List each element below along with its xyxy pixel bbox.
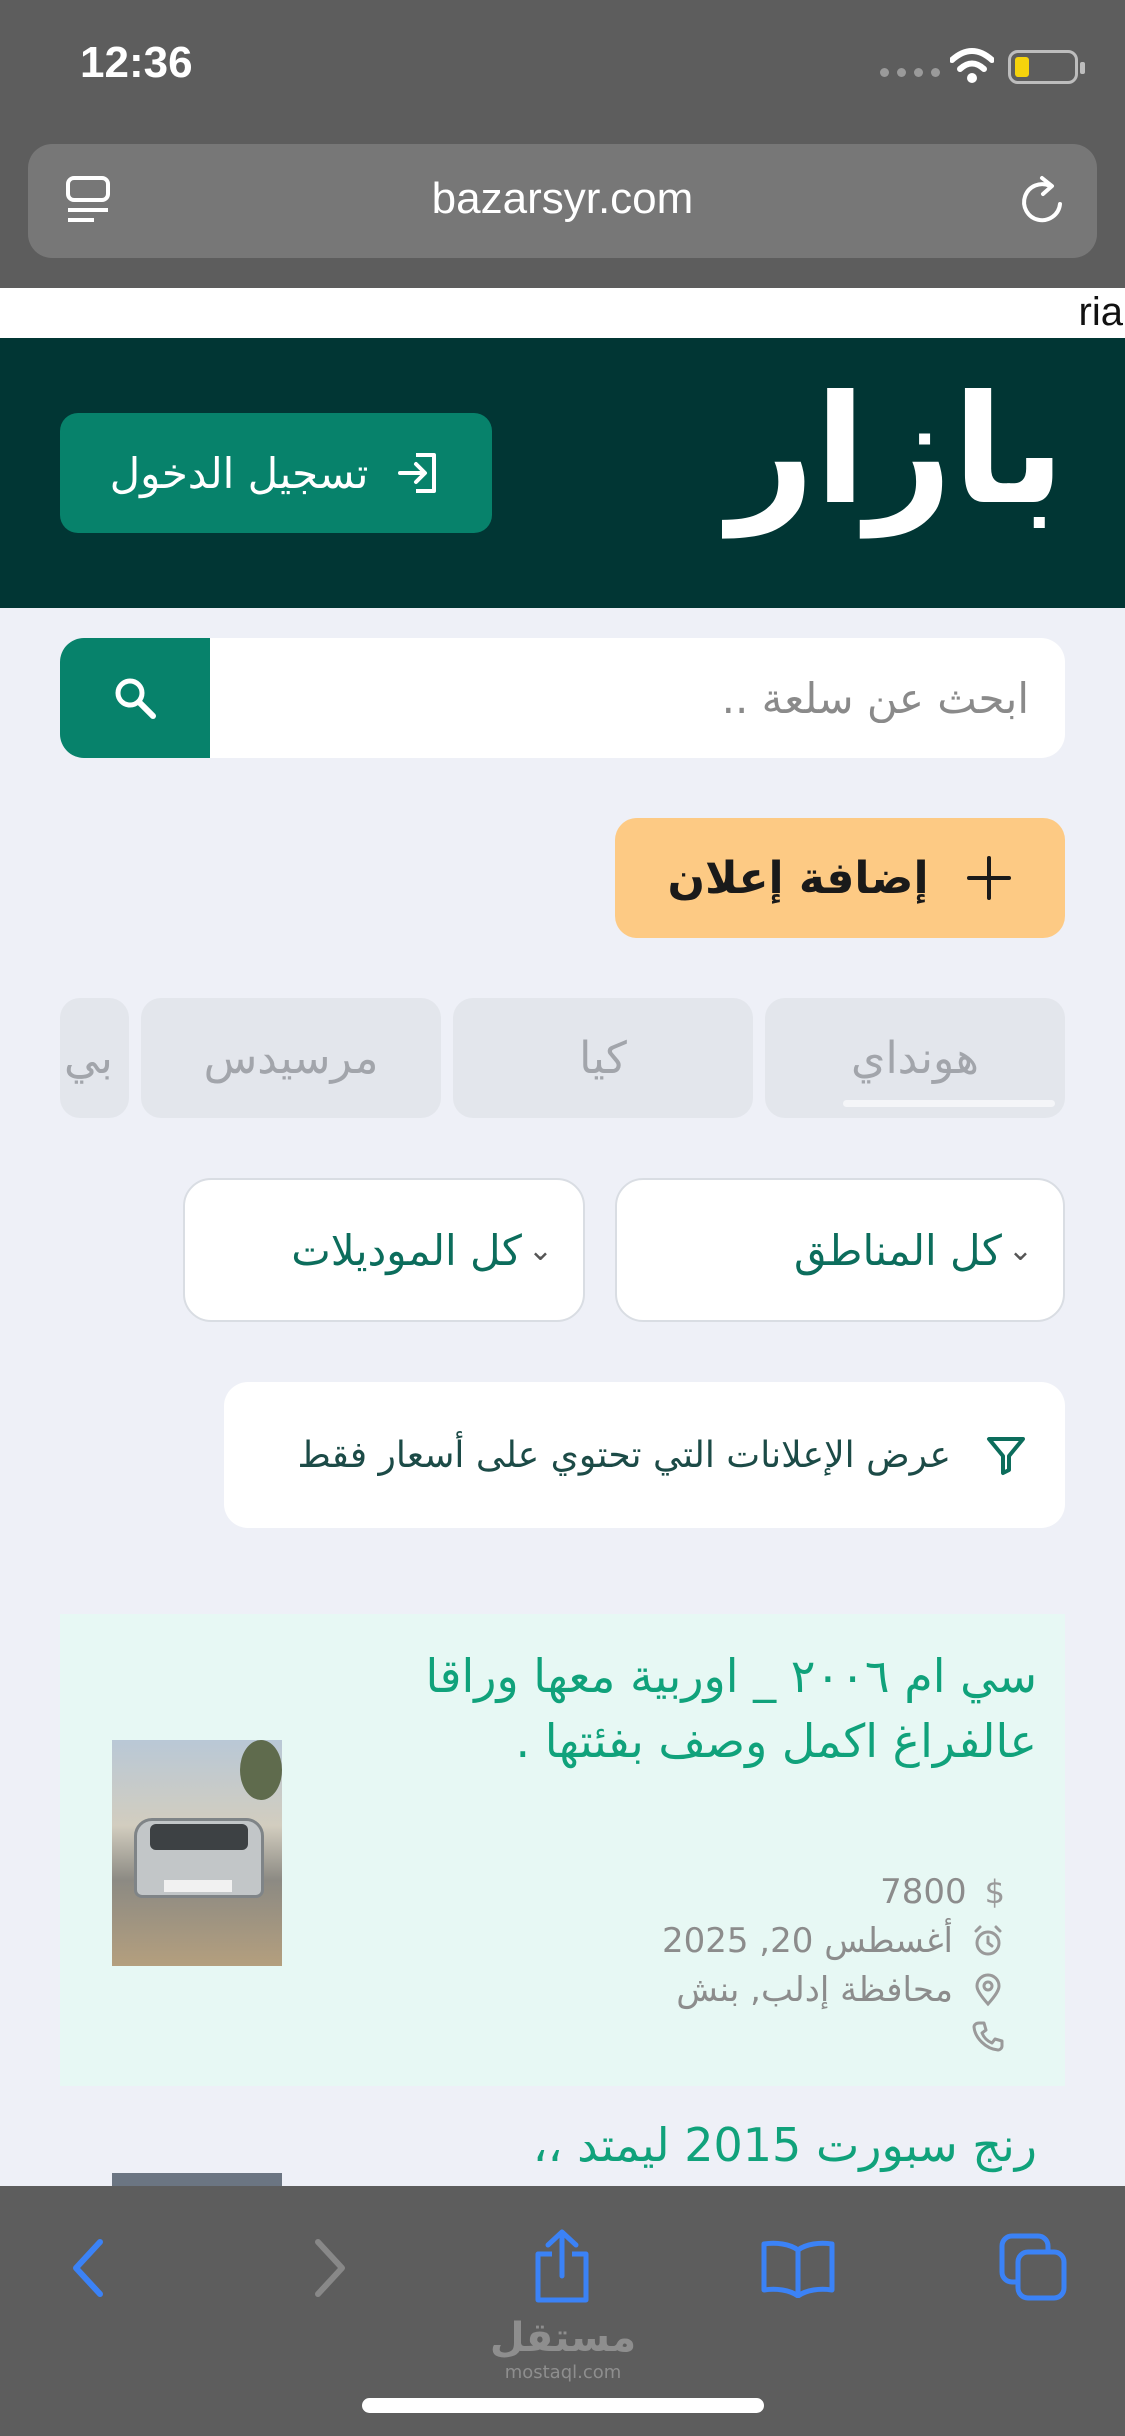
listing-title[interactable]: رنج سبورت 2015 ليمتد ،، <box>533 2118 1037 2172</box>
region-select[interactable]: كل المناطق ⌄ <box>615 1178 1065 1322</box>
back-icon[interactable] <box>66 2236 110 2300</box>
url-text[interactable]: bazarsyr.com <box>28 174 1097 224</box>
bookmarks-icon[interactable] <box>760 2238 836 2298</box>
price-only-filter[interactable]: عرض الإعلانات التي تحتوي على أسعار فقط <box>224 1382 1065 1528</box>
address-bar[interactable]: bazarsyr.com <box>28 144 1097 258</box>
search-bar <box>60 638 1065 758</box>
region-select-value: كل المناطق <box>794 1225 1002 1275</box>
add-ad-label: إضافة إعلان <box>667 852 929 904</box>
stray-text: ria <box>1078 290 1123 334</box>
model-select-value: كل الموديلات <box>291 1225 522 1275</box>
status-bar: 12:36 <box>0 0 1125 132</box>
login-label: تسجيل الدخول <box>109 448 369 498</box>
listing-date: أغسطس 20, 2025 <box>662 1921 1005 1961</box>
wifi-icon <box>950 48 994 83</box>
chevron-down-icon: ⌄ <box>1007 1232 1033 1268</box>
search-icon <box>115 678 156 719</box>
site-header: بازار تسجيل الدخول <box>0 338 1125 608</box>
tabs-icon[interactable] <box>998 2232 1070 2304</box>
reload-icon[interactable] <box>1016 174 1070 228</box>
listing-location: محافظة إدلب, بنش <box>676 1970 1005 2010</box>
search-button[interactable] <box>60 638 210 758</box>
model-select[interactable]: كل الموديلات ⌄ <box>183 1178 585 1322</box>
listing-price-value: 7800 <box>880 1872 967 1912</box>
add-ad-button[interactable]: إضافة إعلان <box>615 818 1065 938</box>
share-icon[interactable] <box>530 2226 594 2306</box>
alarm-clock-icon <box>974 1925 1002 1956</box>
listing-card[interactable]: سي ام ٢٠٠٦ _ اوربية معها وراقا عالفراغ ا… <box>60 1614 1065 2086</box>
forward-icon[interactable] <box>308 2236 352 2300</box>
watermark-logo: مستقل <box>489 2315 637 2361</box>
chevron-down-icon: ⌄ <box>527 1232 553 1268</box>
listing-thumbnail[interactable] <box>112 1740 282 1966</box>
listing-phone[interactable] <box>971 2019 1005 2053</box>
listing-title[interactable]: سي ام ٢٠٠٦ _ اوربية معها وراقا عالفراغ ا… <box>387 1644 1037 1775</box>
cellular-signal-icon <box>880 68 940 77</box>
login-icon <box>398 453 437 493</box>
brand-chip-mercedes[interactable]: مرسيدس <box>141 998 441 1118</box>
home-indicator <box>362 2398 764 2413</box>
site-logo[interactable]: بازار <box>728 376 1065 526</box>
chips-scrollbar[interactable] <box>843 1100 1055 1107</box>
location-pin-icon <box>975 1973 1001 2007</box>
brand-chip-partial[interactable]: بي <box>60 998 129 1118</box>
page-top-strip <box>0 288 1125 338</box>
price-only-label: عرض الإعلانات التي تحتوي على أسعار فقط <box>297 1434 951 1476</box>
watermark-domain: mostaql.com <box>504 2362 622 2383</box>
listing-date-value: أغسطس 20, 2025 <box>661 1921 953 1961</box>
phone-icon <box>972 2021 1004 2052</box>
login-button[interactable]: تسجيل الدخول <box>60 413 492 533</box>
search-input[interactable] <box>210 638 1065 758</box>
dollar-icon: $ <box>984 1873 1005 1911</box>
brand-chip-kia[interactable]: كيا <box>453 998 753 1118</box>
filter-icon <box>987 1437 1025 1475</box>
plus-icon <box>966 856 1011 900</box>
listing-location-value: محافظة إدلب, بنش <box>676 1970 953 2010</box>
listing-price: $ 7800 <box>880 1872 1005 1912</box>
status-time: 12:36 <box>80 38 193 87</box>
battery-icon <box>1008 50 1085 84</box>
